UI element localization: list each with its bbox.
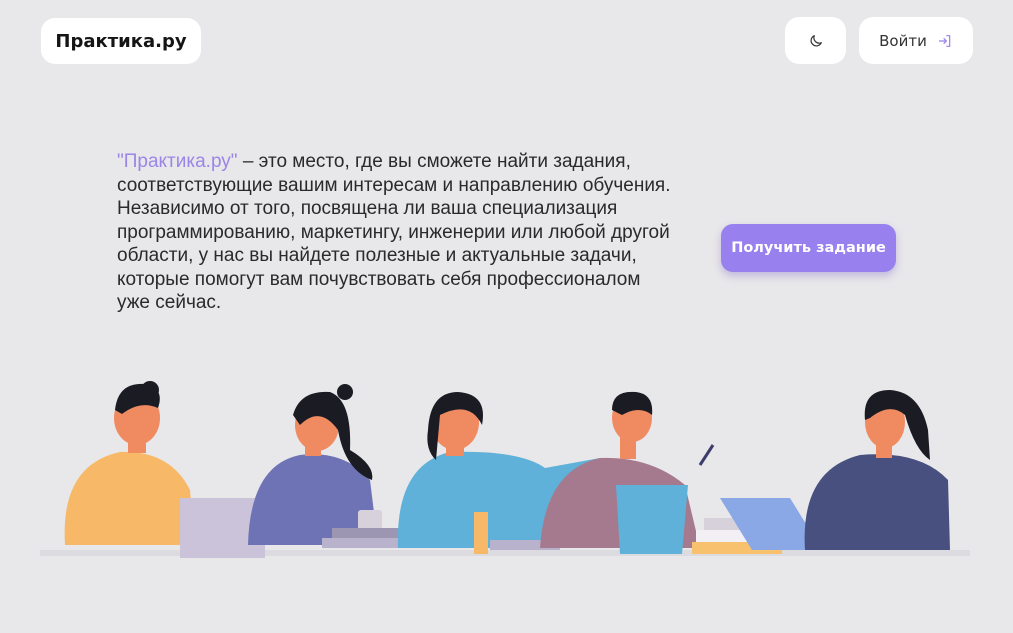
site-logo[interactable]: Практика.ру (41, 18, 201, 64)
login-button[interactable]: Войти (859, 17, 973, 64)
logo-text: Практика.ру (55, 30, 187, 52)
intro-text: – это место, где вы сможете найти задани… (117, 151, 671, 313)
intro-paragraph: "Практика.ру" – это место, где вы сможет… (117, 150, 677, 315)
get-task-label: Получить задание (731, 240, 886, 256)
person-indigo-illustration (248, 384, 382, 546)
intro-brand-name: "Практика.ру" (117, 151, 238, 172)
sign-in-icon (938, 34, 951, 47)
get-task-button[interactable]: Получить задание (721, 224, 896, 272)
moon-icon (810, 34, 822, 46)
person-orange-illustration (64, 381, 265, 558)
team-illustration (40, 381, 970, 558)
login-label: Войти (879, 31, 927, 50)
theme-toggle-button[interactable] (785, 17, 846, 64)
person-navy-illustration (804, 390, 950, 550)
